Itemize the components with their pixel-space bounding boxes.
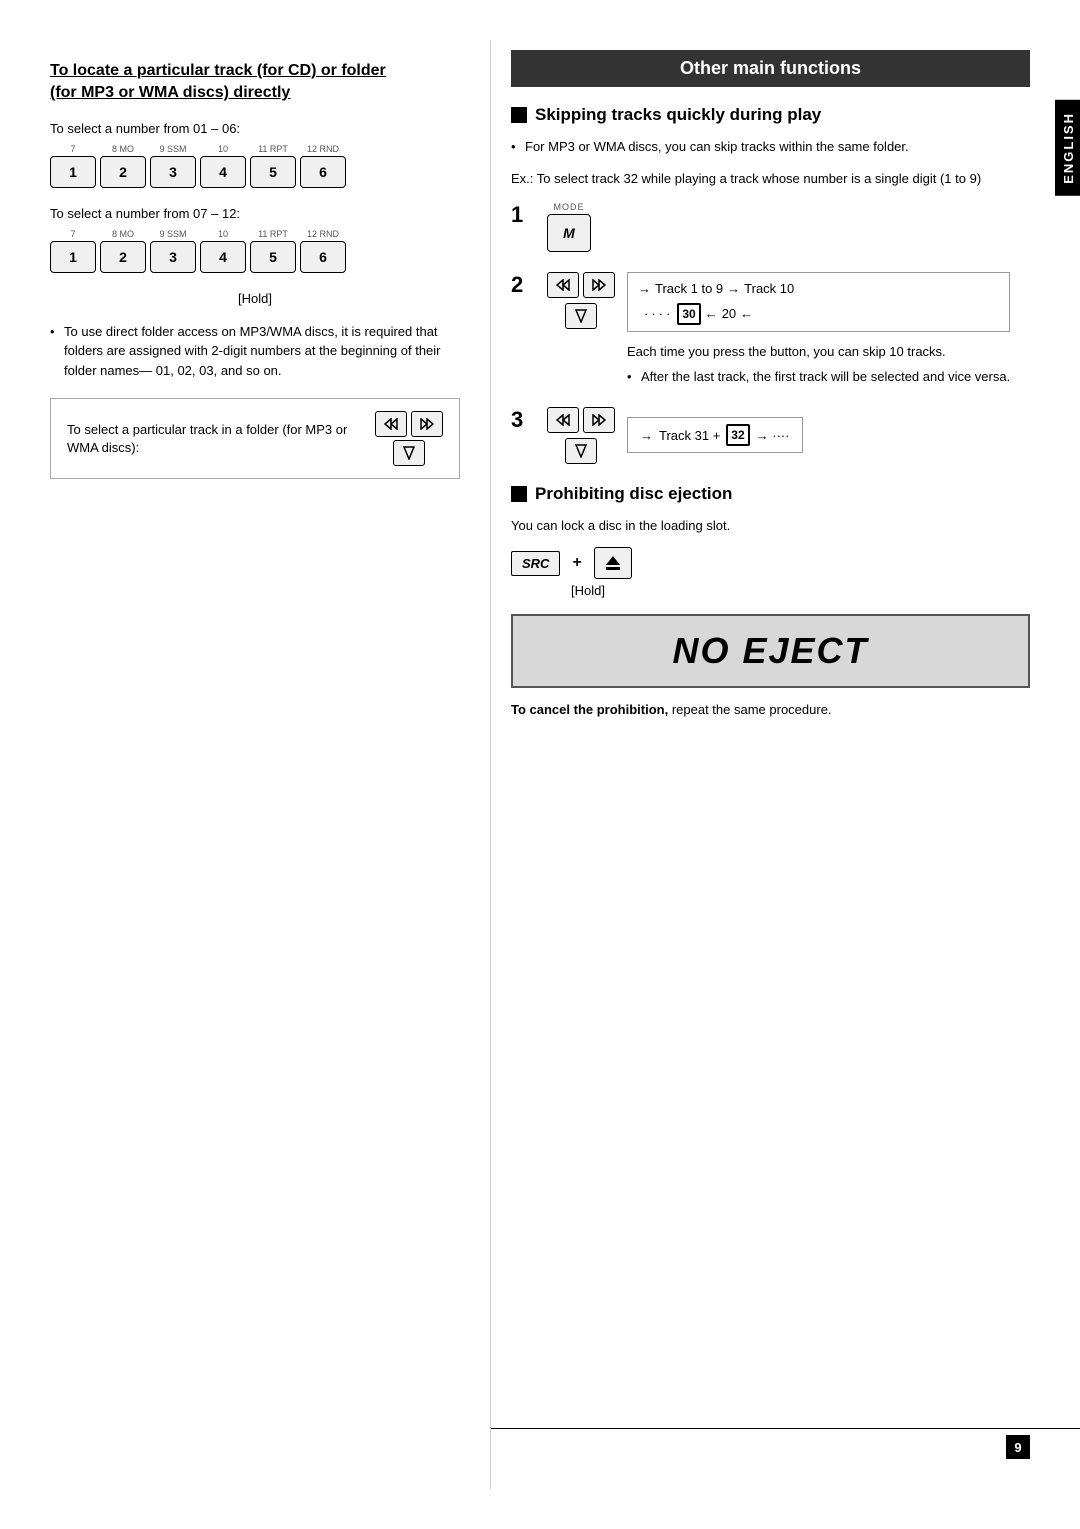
- mode-label: MODE: [554, 202, 585, 212]
- cancel-bold: To cancel the prohibition,: [511, 702, 668, 717]
- plus-sign: +: [572, 554, 581, 572]
- mode-button[interactable]: M: [547, 214, 591, 252]
- num-btn-5[interactable]: 5: [250, 156, 296, 188]
- nav-btn-step3-prev[interactable]: [547, 407, 579, 433]
- skip-header: Skipping tracks quickly during play: [511, 105, 1030, 125]
- num-btn-row2-6[interactable]: 6: [300, 241, 346, 273]
- step2-desc: Each time you press the button, you can …: [627, 342, 1010, 362]
- folder-box: To select a particular track in a folder…: [50, 398, 460, 479]
- num-buttons-row1: 7 1 8 MO 2 9 SSM 3 10 4 11 RPT 5 12 RND …: [50, 144, 460, 188]
- ex-text: Ex.: To select track 32 while playing a …: [511, 169, 1030, 189]
- btn-group-3: 9 SSM 3: [150, 144, 196, 188]
- nav-cluster-step2: [547, 272, 615, 329]
- cancel-rest: repeat the same procedure.: [668, 702, 831, 717]
- cancel-text: To cancel the prohibition, repeat the sa…: [511, 700, 1030, 720]
- src-button[interactable]: SRC: [511, 551, 560, 576]
- step-3-num: 3: [511, 407, 533, 431]
- num-buttons-row2: 7 1 8 MO 2 9 SSM 3 10 4 11 RPT 5 12 RND …: [50, 229, 460, 273]
- right-column: ENGLISH Other main functions Skipping tr…: [490, 40, 1080, 1489]
- num-btn-row2-1[interactable]: 1: [50, 241, 96, 273]
- num-btn-6[interactable]: 6: [300, 156, 346, 188]
- nav-cluster-step3: [547, 407, 615, 464]
- nav-btn-prev[interactable]: [375, 411, 407, 437]
- track-box-step2: → Track 1 to 9 → Track 10 ···· 30 ← 20 ←: [627, 272, 1010, 332]
- track31-text: Track 31 +: [659, 428, 720, 443]
- num-btn-2[interactable]: 2: [100, 156, 146, 188]
- step-2-num: 2: [511, 272, 533, 296]
- btn-group-5: 11 RPT 5: [250, 144, 296, 188]
- step-1: 1 MODE M: [511, 202, 1030, 252]
- section-header: Other main functions: [511, 50, 1030, 87]
- step-1-num: 1: [511, 202, 533, 226]
- bottom-line: [491, 1428, 1080, 1429]
- num-btn-row2-4[interactable]: 4: [200, 241, 246, 273]
- step-1-content: MODE M: [547, 202, 1030, 252]
- btn-group-4: 10 4: [200, 144, 246, 188]
- step-2: 2: [511, 272, 1030, 387]
- num-btn-row2-5[interactable]: 5: [250, 241, 296, 273]
- mode-button-wrap: MODE M: [547, 202, 591, 252]
- track-32-badge: 32: [726, 424, 749, 446]
- num-btn-1[interactable]: 1: [50, 156, 96, 188]
- num-btn-4[interactable]: 4: [200, 156, 246, 188]
- prohibit-desc: You can lock a disc in the loading slot.: [511, 516, 1030, 536]
- english-tab: ENGLISH: [1055, 100, 1080, 196]
- num-btn-3[interactable]: 3: [150, 156, 196, 188]
- no-eject-box: NO EJECT: [511, 614, 1030, 688]
- bullet-text-1: To use direct folder access on MP3/WMA d…: [50, 322, 460, 381]
- prohibit-header-icon: [511, 486, 527, 502]
- track31-box: → Track 31 + 32 → ····: [627, 417, 803, 453]
- skip-header-icon: [511, 107, 527, 123]
- btn-group-2: 8 MO 2: [100, 144, 146, 188]
- disc-controls: SRC +: [511, 547, 1030, 579]
- step-3: 3 → Tra: [511, 407, 1030, 464]
- skip-bullet: For MP3 or WMA discs, you can skip track…: [511, 137, 1030, 157]
- nav-cluster-folder: [375, 411, 443, 466]
- no-eject-text: NO EJECT: [672, 630, 868, 671]
- btn-group-6: 12 RND 6: [300, 144, 346, 188]
- track-30-badge: 30: [677, 303, 700, 325]
- nav-btn-step2-prev[interactable]: [547, 272, 579, 298]
- eject-button[interactable]: [594, 547, 632, 579]
- num-btn-row2-3[interactable]: 3: [150, 241, 196, 273]
- page-container: To locate a particular track (for CD) or…: [0, 0, 1080, 1529]
- btn-group-1: 7 1: [50, 144, 96, 188]
- select-label-01-06: To select a number from 01 – 06:: [50, 121, 460, 136]
- nav-btn-step2-next[interactable]: [583, 272, 615, 298]
- nav-btn-down[interactable]: [393, 440, 425, 466]
- left-column: To locate a particular track (for CD) or…: [0, 40, 490, 1489]
- disc-section: Prohibiting disc ejection You can lock a…: [511, 484, 1030, 720]
- page-number: 9: [1006, 1435, 1030, 1459]
- left-title: To locate a particular track (for CD) or…: [50, 60, 460, 105]
- select-label-07-12: To select a number from 07 – 12:: [50, 206, 460, 221]
- step2-sub: After the last track, the first track wi…: [627, 367, 1010, 387]
- prohibit-header: Prohibiting disc ejection: [511, 484, 1030, 504]
- nav-btn-next[interactable]: [411, 411, 443, 437]
- hold-label-disc: [Hold]: [511, 583, 1030, 598]
- folder-box-text: To select a particular track in a folder…: [67, 421, 365, 457]
- track-diagram-step2: → Track 1 to 9 → Track 10 ···· 30 ← 20 ←: [627, 272, 1010, 387]
- nav-btn-step2-down[interactable]: [565, 303, 597, 329]
- nav-btn-step3-next[interactable]: [583, 407, 615, 433]
- num-btn-row2-2[interactable]: 2: [100, 241, 146, 273]
- hold-label: [Hold]: [50, 291, 460, 306]
- nav-btn-step3-down[interactable]: [565, 438, 597, 464]
